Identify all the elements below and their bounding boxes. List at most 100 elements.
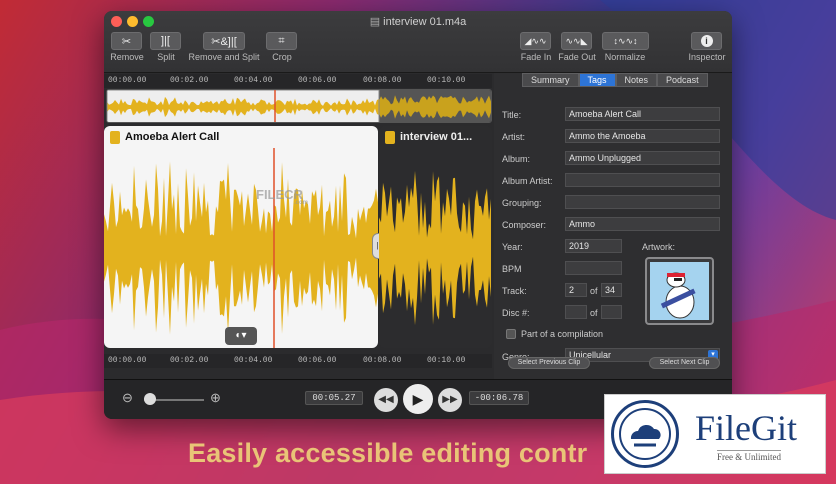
fade-in-label: Fade In xyxy=(520,52,552,62)
remove-split-icon: ✂&]|[ xyxy=(211,35,237,48)
logo-name: FileGit xyxy=(695,408,798,448)
tick-label: 00:00.00 xyxy=(108,76,147,85)
title-bar: ▤ interview 01.m4a ✂ Remove ]|[ Split ✂&… xyxy=(104,11,732,73)
disc-label: Disc #: xyxy=(502,308,530,318)
crop-button[interactable]: ⌗ xyxy=(266,32,297,50)
zoom-slider-knob[interactable] xyxy=(144,393,156,405)
tick-label: 00:08.00 xyxy=(363,76,402,85)
album-artist-label: Album Artist: xyxy=(502,176,553,186)
tick-label: 00:04.00 xyxy=(234,356,273,365)
cloud-icon xyxy=(619,408,671,460)
remove-and-split-label: Remove and Split xyxy=(188,52,260,62)
clip-title: Amoeba Alert Call xyxy=(125,131,220,143)
disc-total-field[interactable] xyxy=(601,305,622,319)
remove-and-split-button[interactable]: ✂&]|[ xyxy=(203,32,245,50)
fade-in-button[interactable]: ◢∿∿ xyxy=(520,32,551,50)
split-icon: ]|[ xyxy=(161,35,170,47)
split-button[interactable]: ]|[ xyxy=(150,32,181,50)
tick-label: 00:06.00 xyxy=(298,76,337,85)
timeline-ruler-top: 00:00.00 00:02.00 00:04.00 00:06.00 00:0… xyxy=(104,74,492,88)
zoom-out-icon[interactable]: ⊖ xyxy=(122,390,133,406)
watermark: FILECR .com xyxy=(256,187,308,206)
artist-field[interactable]: Ammo the Amoeba xyxy=(565,129,720,143)
inspector-button[interactable]: i xyxy=(691,32,722,50)
grouping-label: Grouping: xyxy=(502,198,542,208)
fade-in-icon: ◢∿∿ xyxy=(524,35,547,46)
normalize-button[interactable]: ↕∿∿↕ xyxy=(602,32,649,50)
select-previous-clip-button[interactable]: Select Previous Clip xyxy=(508,357,590,369)
compilation-checkbox[interactable] xyxy=(506,329,516,339)
bpm-label: BPM xyxy=(502,264,522,274)
overview-waveform[interactable] xyxy=(106,89,492,123)
remove-label: Remove xyxy=(110,52,144,62)
compilation-label: Part of a compilation xyxy=(521,329,604,339)
tab-tags[interactable]: Tags xyxy=(578,73,616,87)
fade-out-label: Fade Out xyxy=(558,52,596,62)
filegit-logo: FileGit Free & Unlimited xyxy=(604,394,826,474)
inspector-label: Inspector xyxy=(688,52,726,62)
title-field[interactable]: Amoeba Alert Call xyxy=(565,107,720,121)
track-of-label: of xyxy=(590,286,598,296)
clip-interview[interactable]: interview 01... xyxy=(379,126,492,348)
tab-podcast[interactable]: Podcast xyxy=(657,73,708,87)
tab-notes[interactable]: Notes xyxy=(615,73,658,87)
play-button[interactable]: ▶ xyxy=(403,384,433,414)
tick-label: 00:06.00 xyxy=(298,356,337,365)
remaining-time-display: -00:06.78 xyxy=(469,391,529,405)
document-icon: ▤ xyxy=(369,16,384,28)
watermark-sub: .com xyxy=(294,200,309,206)
artwork-well[interactable] xyxy=(645,257,714,325)
zoom-in-icon[interactable]: ⊕ xyxy=(210,390,221,406)
normalize-icon: ↕∿∿↕ xyxy=(613,35,638,46)
scissors-icon: ✂ xyxy=(121,35,132,48)
grouping-field[interactable] xyxy=(565,195,720,209)
track-label: Track: xyxy=(502,286,527,296)
split-label: Split xyxy=(157,52,175,62)
inspector-panel: Summary Tags Notes Podcast Title: Amoeba… xyxy=(494,73,732,379)
album-artist-field[interactable] xyxy=(565,173,720,187)
artwork-label: Artwork: xyxy=(642,242,676,252)
tick-label: 00:10.00 xyxy=(427,356,466,365)
fade-out-button[interactable]: ∿∿◣ xyxy=(561,32,592,50)
tick-label: 00:02.00 xyxy=(170,76,209,85)
composer-field[interactable]: Ammo xyxy=(565,217,720,231)
info-icon: i xyxy=(700,35,713,47)
track-total-field[interactable]: 34 xyxy=(601,283,622,297)
tab-summary[interactable]: Summary xyxy=(522,73,579,87)
remove-button[interactable]: ✂ xyxy=(111,32,142,50)
clip-title: interview 01... xyxy=(400,131,473,143)
overview-waveform-graph xyxy=(107,90,491,122)
inspector-tabs: Summary Tags Notes Podcast xyxy=(522,73,708,87)
fast-forward-button[interactable]: ▶▶ xyxy=(438,388,462,412)
artist-label: Artist: xyxy=(502,132,526,142)
fast-forward-icon: ▶▶ xyxy=(442,394,458,405)
crop-icon: ⌗ xyxy=(278,34,285,47)
clip-a-waveform xyxy=(104,148,378,348)
clip-header: Amoeba Alert Call xyxy=(104,126,378,148)
tick-label: 00:08.00 xyxy=(363,356,402,365)
disc-field[interactable] xyxy=(565,305,587,319)
album-label: Album: xyxy=(502,154,531,164)
year-label: Year: xyxy=(502,242,523,252)
rewind-button[interactable]: ◀◀ xyxy=(374,388,398,412)
tick-label: 00:00.00 xyxy=(108,356,147,365)
current-time-display: 00:05.27 xyxy=(305,391,363,405)
clip-b-waveform xyxy=(379,170,491,326)
bpm-field[interactable] xyxy=(565,261,622,275)
normalize-label: Normalize xyxy=(604,52,646,62)
rewind-icon: ◀◀ xyxy=(378,394,394,405)
audio-file-icon xyxy=(110,130,120,144)
filegit-emblem-icon xyxy=(611,400,679,468)
select-next-clip-button[interactable]: Select Next Clip xyxy=(649,357,720,369)
clip-volume-knob[interactable]: ◐▾ xyxy=(225,327,257,345)
title-label: Title: xyxy=(502,110,522,120)
album-artwork-image xyxy=(650,262,709,320)
play-icon: ▶ xyxy=(412,391,424,407)
composer-label: Composer: xyxy=(502,220,547,230)
year-field[interactable]: 2019 xyxy=(565,239,622,253)
clip-amoeba-alert-call[interactable]: Amoeba Alert Call FILECR .com ◐▾ xyxy=(104,126,378,348)
track-field[interactable]: 2 xyxy=(565,283,587,297)
album-field[interactable]: Ammo Unplugged xyxy=(565,151,720,165)
crop-label: Crop xyxy=(272,52,292,62)
tick-label: 00:10.00 xyxy=(427,76,466,85)
